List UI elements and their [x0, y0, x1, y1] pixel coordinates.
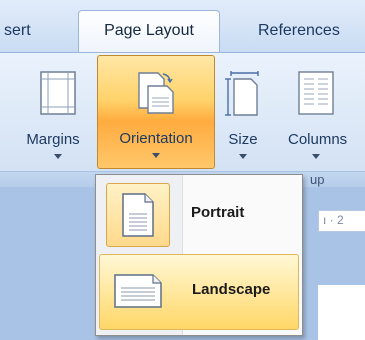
- ribbon-tab-strip: sert Page Layout References: [0, 0, 365, 54]
- columns-dropdown-arrow-icon: [312, 154, 320, 159]
- group-label: up: [310, 172, 325, 187]
- columns-icon: [298, 71, 334, 120]
- word-ribbon-window: sert Page Layout References Margins Orie…: [0, 0, 365, 340]
- orientation-icon: [136, 70, 176, 121]
- margins-label: Margins: [26, 131, 80, 148]
- tab-references[interactable]: References: [258, 14, 340, 52]
- horizontal-ruler: ı · 2: [318, 210, 365, 232]
- margins-dropdown-arrow-icon: [54, 154, 62, 159]
- margins-button[interactable]: Margins: [0, 57, 96, 165]
- document-page[interactable]: [318, 285, 365, 340]
- tab-page-layout[interactable]: Page Layout: [78, 10, 220, 54]
- size-icon: [225, 71, 261, 122]
- orientation-dropdown-arrow-icon: [152, 153, 160, 158]
- tab-insert[interactable]: sert: [4, 14, 31, 52]
- columns-label: Columns: [288, 131, 348, 148]
- portrait-page-icon: [106, 183, 170, 247]
- size-dropdown-arrow-icon: [239, 154, 247, 159]
- columns-button[interactable]: Columns: [278, 57, 365, 165]
- size-label: Size: [228, 131, 258, 148]
- size-button[interactable]: Size: [214, 57, 272, 165]
- orientation-button[interactable]: Orientation: [97, 55, 215, 169]
- orientation-menu: Portrait Landscape: [95, 174, 303, 336]
- landscape-label: Landscape: [192, 281, 271, 298]
- portrait-label: Portrait: [191, 204, 245, 221]
- menu-item-portrait[interactable]: Portrait: [99, 178, 299, 250]
- menu-item-landscape[interactable]: Landscape: [99, 254, 299, 330]
- landscape-page-icon: [107, 260, 169, 322]
- orientation-label: Orientation: [119, 130, 193, 147]
- ribbon-page-setup: Margins Orientation Size Columns up: [0, 52, 365, 189]
- margins-icon: [40, 71, 76, 120]
